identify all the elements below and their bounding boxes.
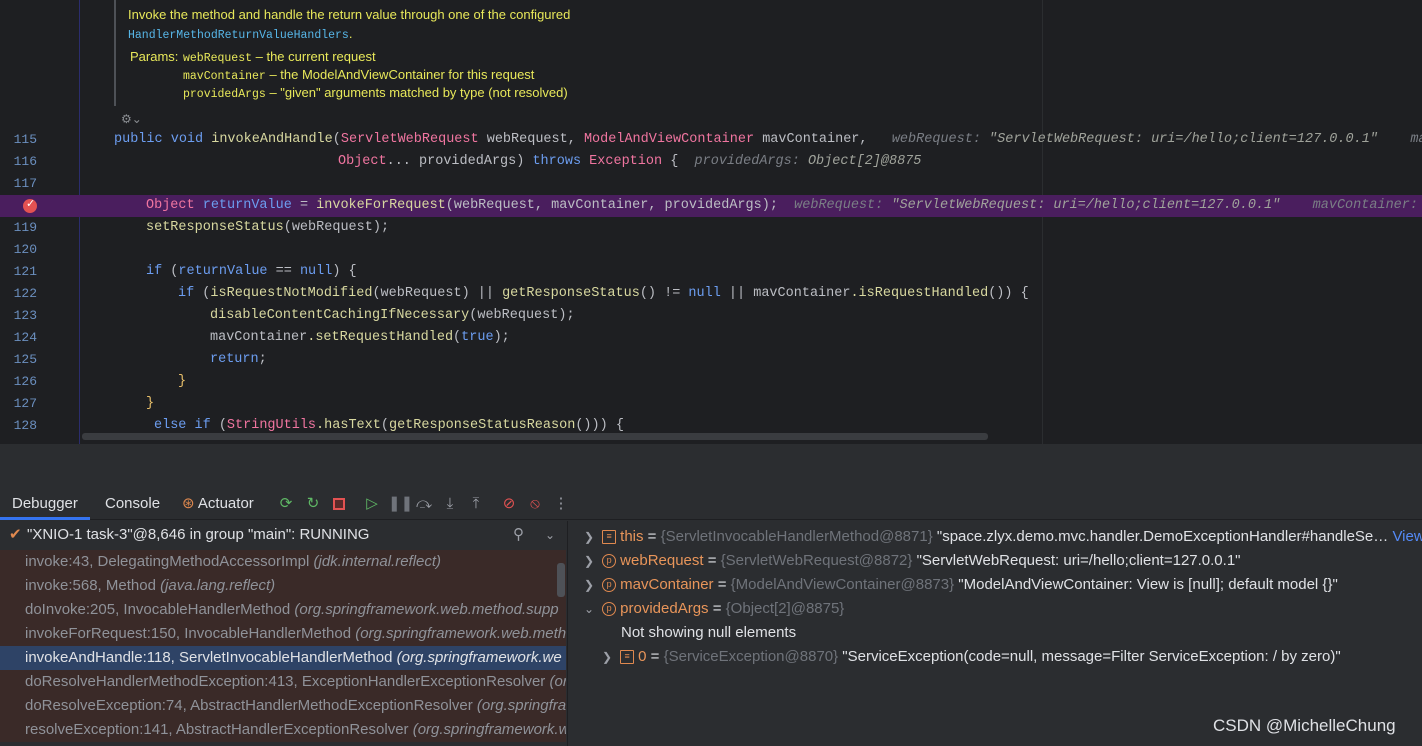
stack-frame[interactable]: invoke:43, DelegatingMethodAccessorImpl … xyxy=(0,550,566,574)
stack-frame[interactable]: invokeForRequest:150, InvocableHandlerMe… xyxy=(0,622,566,646)
parameter-icon: p xyxy=(602,554,617,569)
filter-icon[interactable]: ⚲ xyxy=(513,521,524,549)
stack-frame[interactable]: doInvoke:205, InvocableHandlerMethod (or… xyxy=(0,598,566,622)
variable-providedArgs[interactable]: ⌄ p providedArgs = {Object[2]@8875} xyxy=(584,597,844,621)
step-out-icon[interactable]: ⤒ xyxy=(466,494,486,514)
breakpoint-icon[interactable] xyxy=(23,197,37,213)
line-number[interactable]: 123 xyxy=(0,305,37,327)
tab-debugger[interactable]: Debugger xyxy=(0,488,90,520)
stop-icon[interactable] xyxy=(329,494,349,514)
view-link[interactable]: View xyxy=(1392,528,1422,545)
code-line: 115 public void invokeAndHandle(ServletW… xyxy=(0,129,1422,151)
stack-frame[interactable]: doResolveHandlerMethodException:413, Exc… xyxy=(0,670,566,694)
code-line: 121 if (returnValue == null) { xyxy=(0,261,1422,283)
variable-mavContainer[interactable]: ❯ p mavContainer = {ModelAndViewContainer… xyxy=(584,573,1338,597)
chevron-right-icon[interactable]: ❯ xyxy=(584,549,598,573)
variable-element-0[interactable]: ❯ ≡ 0 = {ServiceException@8870} "ServiceE… xyxy=(602,645,1341,669)
javadoc-params-label: Params: xyxy=(130,49,179,64)
code-line: 127 } xyxy=(0,393,1422,415)
variable-webRequest[interactable]: ❯ p webRequest = {ServletWebRequest@8872}… xyxy=(584,549,1241,573)
code-line: 126 } xyxy=(0,371,1422,393)
resume-icon[interactable]: ▷ xyxy=(362,494,382,514)
checkmark-icon: ✔ xyxy=(9,526,22,543)
inline-value-hint: providedArgs: Object[2]@8875 xyxy=(694,154,922,169)
step-over-icon[interactable]: ⤼ xyxy=(414,494,434,514)
editor-horizontal-scrollbar[interactable] xyxy=(82,433,988,440)
line-number[interactable]: 128 xyxy=(0,415,37,437)
mute-breakpoints-icon[interactable]: ⦸ xyxy=(525,494,545,514)
code-line: 125 return; xyxy=(0,349,1422,371)
line-number[interactable]: 116 xyxy=(0,151,37,173)
stack-frame-selected[interactable]: invokeAndHandle:118, ServletInvocableHan… xyxy=(0,646,566,670)
line-number[interactable]: 127 xyxy=(0,393,37,415)
null-elements-note: Not showing null elements xyxy=(621,624,797,641)
thread-selector[interactable]: ✔ "XNIO-1 task-3"@8,646 in group "main":… xyxy=(0,521,566,549)
parameter-icon: p xyxy=(602,602,617,617)
code-line: 123 disableContentCachingIfNecessary(web… xyxy=(0,305,1422,327)
current-execution-line: 118 Object returnValue = invokeForReques… xyxy=(0,195,1422,217)
code-line: 124 mavContainer.setRequestHandled(true)… xyxy=(0,327,1422,349)
variables-panel: ❯ ≡ this = {ServletInvocableHandlerMethod… xyxy=(567,521,1422,746)
step-into-icon[interactable]: ⤓ xyxy=(440,494,460,514)
actuator-icon: ⊛ xyxy=(182,495,195,512)
line-number[interactable]: 126 xyxy=(0,371,37,393)
restart-icon[interactable]: ↻ xyxy=(303,494,323,514)
line-number[interactable]: 120 xyxy=(0,239,37,261)
stack-frame[interactable]: doResolveException:74, AbstractHandlerMe… xyxy=(0,694,566,718)
tab-console[interactable]: Console xyxy=(93,488,172,520)
line-number[interactable]: 124 xyxy=(0,327,37,349)
inline-value-hint: webRequest: "ServletWebRequest: uri=/hel… xyxy=(794,198,1418,213)
line-number[interactable]: 119 xyxy=(0,217,37,239)
line-number[interactable]: 125 xyxy=(0,349,37,371)
pause-icon[interactable]: ❚❚ xyxy=(388,494,413,514)
field-icon: ≡ xyxy=(602,530,617,545)
javadoc-code-ref: HandlerMethodReturnValueHandlers xyxy=(128,29,349,42)
javadoc-border xyxy=(114,0,116,106)
variable-this[interactable]: ❯ ≡ this = {ServletInvocableHandlerMethod… xyxy=(584,525,1422,549)
view-breakpoints-icon[interactable]: ⊘ xyxy=(499,494,519,514)
line-number[interactable]: 121 xyxy=(0,261,37,283)
tab-actuator[interactable]: ⊛ Actuator xyxy=(170,488,266,520)
code-line: 120 xyxy=(0,239,1422,261)
code-line: 122 if (isRequestNotModified(webRequest)… xyxy=(0,283,1422,305)
reader-mode-icon[interactable]: ⚙⌄ xyxy=(121,112,142,126)
code-line: 117 xyxy=(0,173,1422,195)
line-number[interactable]: 122 xyxy=(0,283,37,305)
frames-scrollbar[interactable] xyxy=(557,563,565,597)
javadoc-line-2: HandlerMethodReturnValueHandlers. xyxy=(128,26,353,42)
field-icon: ≡ xyxy=(620,650,635,665)
chevron-right-icon[interactable]: ❯ xyxy=(584,525,598,549)
chevron-down-icon[interactable]: ⌄ xyxy=(545,521,555,549)
chevron-right-icon[interactable]: ❯ xyxy=(584,573,598,597)
debug-tabbar: Debugger Console ⊛ Actuator xyxy=(0,488,1422,520)
watermark: CSDN @MichelleChung xyxy=(1213,716,1396,735)
frames-panel: ✔ "XNIO-1 task-3"@8,646 in group "main":… xyxy=(0,521,566,746)
code-line: 116 Object... providedArgs) throws Excep… xyxy=(0,151,1422,173)
code-line: 119 setResponseStatus(webRequest); xyxy=(0,217,1422,239)
stack-frame[interactable]: invoke:568, Method (java.lang.reflect) xyxy=(0,574,566,598)
line-number[interactable]: 115 xyxy=(0,129,37,151)
code-editor[interactable]: Invoke the method and handle the return … xyxy=(0,0,1422,444)
chevron-down-icon[interactable]: ⌄ xyxy=(584,597,598,621)
javadoc-param: mavContainer – the ModelAndViewContainer… xyxy=(183,67,535,83)
stack-frame[interactable]: resolveException:141, AbstractHandlerExc… xyxy=(0,718,566,742)
javadoc-param: webRequest – the current request xyxy=(183,49,376,65)
javadoc-line-1: Invoke the method and handle the return … xyxy=(128,7,571,22)
line-number[interactable]: 117 xyxy=(0,173,37,195)
inline-value-hint: webRequest: "ServletWebRequest: uri=/hel… xyxy=(891,132,1422,147)
rerun-icon[interactable]: ⟳ xyxy=(276,494,296,514)
chevron-right-icon[interactable]: ❯ xyxy=(602,645,616,669)
parameter-icon: p xyxy=(602,578,617,593)
more-icon[interactable]: ⋮ xyxy=(551,494,571,514)
javadoc-param: providedArgs – "given" arguments matched… xyxy=(183,85,568,101)
